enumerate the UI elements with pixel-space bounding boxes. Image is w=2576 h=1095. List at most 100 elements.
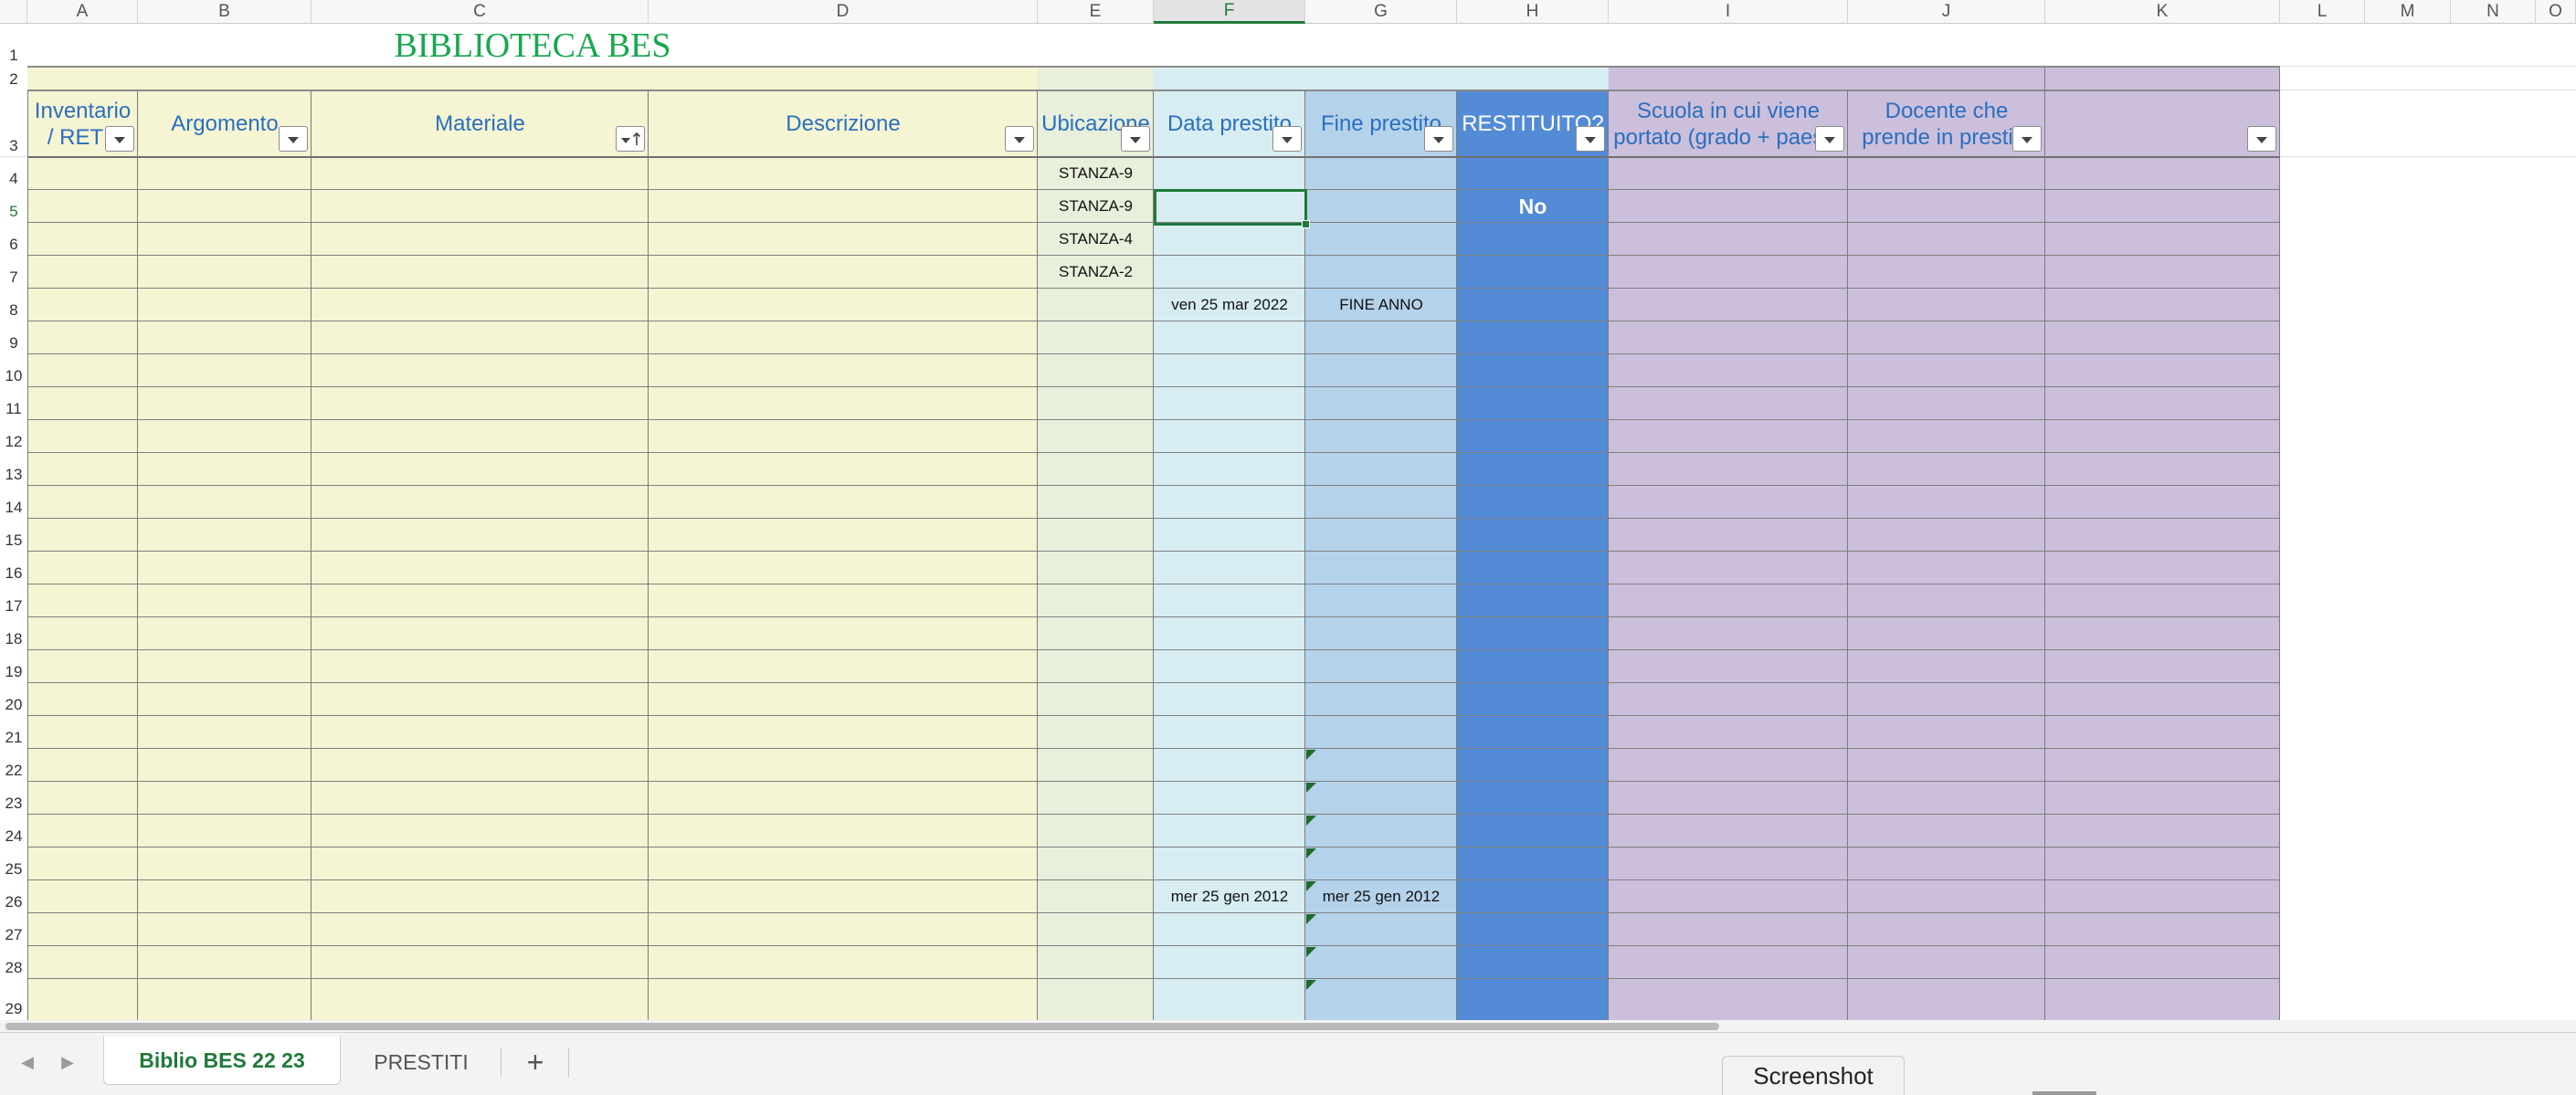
zone-inventario-descrizione <box>27 67 1038 1020</box>
row-line <box>27 748 2280 749</box>
row-header-24[interactable]: 24 <box>0 815 27 848</box>
row-header-11[interactable]: 11 <box>0 387 27 420</box>
filter-dropdown-icon <box>1124 129 1146 149</box>
column-line <box>27 90 28 1020</box>
cell-e5[interactable]: STANZA-9 <box>1038 190 1154 223</box>
row-header-14[interactable]: 14 <box>0 486 27 519</box>
row-header-15[interactable]: 15 <box>0 519 27 552</box>
column-header-n[interactable]: N <box>2451 0 2536 24</box>
filter-button-h[interactable] <box>1576 126 1605 152</box>
cell-indicator-icon <box>1306 947 1316 957</box>
row-header-7[interactable]: 7 <box>0 256 27 289</box>
row-header-13[interactable]: 13 <box>0 453 27 486</box>
cell-f26[interactable]: mer 25 gen 2012 <box>1154 880 1305 913</box>
row-header-5[interactable]: 5 <box>0 190 27 223</box>
row-header-8[interactable]: 8 <box>0 289 27 321</box>
row-line <box>2280 156 2576 157</box>
filter-dropdown-icon <box>2251 129 2273 149</box>
sheet-tab-biblio[interactable]: Biblio BES 22 23 <box>103 1037 341 1085</box>
add-sheet-button[interactable]: + <box>508 1042 563 1082</box>
horizontal-scrollbar-thumb[interactable] <box>5 1023 1719 1030</box>
horizontal-scrollbar[interactable] <box>0 1020 2576 1032</box>
row-header-23[interactable]: 23 <box>0 782 27 815</box>
row-header-28[interactable]: 28 <box>0 946 27 979</box>
cell-e6[interactable]: STANZA-4 <box>1038 223 1154 256</box>
column-header-d[interactable]: D <box>649 0 1038 24</box>
filter-dropdown-icon <box>2016 129 2038 149</box>
row-line <box>27 616 2280 617</box>
column-header-k[interactable]: K <box>2045 0 2280 24</box>
row-header-4[interactable]: 4 <box>0 157 27 190</box>
column-header-h[interactable]: H <box>1457 0 1609 24</box>
filter-button-g[interactable] <box>1424 126 1453 152</box>
row-header-16[interactable]: 16 <box>0 552 27 584</box>
select-all-corner[interactable] <box>0 0 27 24</box>
row-line <box>27 781 2280 782</box>
fill-handle[interactable] <box>1302 220 1310 228</box>
row-header-19[interactable]: 19 <box>0 650 27 683</box>
row-header-22[interactable]: 22 <box>0 749 27 782</box>
column-header-j[interactable]: J <box>1848 0 2045 24</box>
row-line <box>27 551 2280 552</box>
row-header-9[interactable]: 9 <box>0 321 27 354</box>
cell-g26[interactable]: mer 25 gen 2012 <box>1305 880 1457 913</box>
column-header-m[interactable]: M <box>2365 0 2451 24</box>
column-header-g[interactable]: G <box>1305 0 1457 24</box>
spreadsheet-grid[interactable]: ABCDEFGHIJKLMNO 1 2 3 4 5 6 7 8 9 10 11 12 13 14 15 16 1… <box>0 0 2576 1020</box>
column-header-b[interactable]: B <box>138 0 311 24</box>
filter-dropdown-icon <box>109 129 131 149</box>
row-header-17[interactable]: 17 <box>0 584 27 617</box>
filter-button-k[interactable] <box>2247 126 2276 152</box>
header-c: Materiale <box>435 111 525 136</box>
row-line <box>27 452 2280 453</box>
filter-dropdown-icon <box>1579 129 1601 149</box>
row-header-1[interactable]: 1 <box>0 24 27 67</box>
selected-cell[interactable] <box>1154 189 1307 226</box>
column-header-o[interactable]: O <box>2536 0 2576 24</box>
sheet-tab-prestiti[interactable]: PRESTITI <box>343 1042 499 1082</box>
row-line <box>27 847 2280 848</box>
scroll-tabs-right-icon[interactable]: ▶ <box>51 1042 84 1082</box>
column-header-i[interactable]: I <box>1609 0 1848 24</box>
sheet-title: BIBLIOTECA BES <box>394 26 671 65</box>
row-header-12[interactable]: 12 <box>0 420 27 453</box>
column-line <box>1847 90 1848 1020</box>
row-header-21[interactable]: 21 <box>0 716 27 749</box>
filter-button-a[interactable] <box>105 126 134 152</box>
row-header-18[interactable]: 18 <box>0 617 27 650</box>
cell-e4[interactable]: STANZA-9 <box>1038 157 1154 190</box>
row-header-26[interactable]: 26 <box>0 880 27 913</box>
filter-button-b[interactable] <box>279 126 308 152</box>
row-header-29[interactable]: 29 <box>0 979 27 1020</box>
column-line <box>2044 67 2045 1020</box>
plus-icon: + <box>526 1045 544 1079</box>
row-line <box>2280 66 2576 67</box>
row-header-27[interactable]: 27 <box>0 913 27 946</box>
column-line <box>648 90 649 1020</box>
column-header-c[interactable]: C <box>311 0 649 24</box>
filter-button-e[interactable] <box>1121 126 1150 152</box>
column-header-l[interactable]: L <box>2280 0 2365 24</box>
row-header-6[interactable]: 6 <box>0 223 27 256</box>
cell-e7[interactable]: STANZA-2 <box>1038 256 1154 289</box>
row-line <box>27 485 2280 486</box>
filter-button-i[interactable] <box>1815 126 1844 152</box>
cell-h5[interactable]: No <box>1457 190 1609 223</box>
row-header-25[interactable]: 25 <box>0 848 27 880</box>
row-header-20[interactable]: 20 <box>0 683 27 716</box>
filter-button-f[interactable] <box>1272 126 1302 152</box>
column-header-f[interactable]: F <box>1154 0 1305 24</box>
column-header-e[interactable]: E <box>1038 0 1154 24</box>
column-header-a[interactable]: A <box>27 0 138 24</box>
row-header-2[interactable]: 2 <box>0 67 27 90</box>
cell-g8[interactable]: FINE ANNO <box>1305 289 1457 321</box>
row-header-10[interactable]: 10 <box>0 354 27 387</box>
row-header-3[interactable]: 3 <box>0 90 27 157</box>
filter-button-j[interactable] <box>2012 126 2042 152</box>
filter-button-c[interactable] <box>616 126 645 152</box>
cell-f8[interactable]: ven 25 mar 2022 <box>1154 289 1305 321</box>
filter-button-d[interactable] <box>1005 126 1034 152</box>
scroll-tabs-left-icon[interactable]: ◀ <box>11 1042 44 1082</box>
header-k <box>2045 90 2280 157</box>
header-i: Scuola in cui viene portato (grado + pae… <box>1613 98 1843 150</box>
